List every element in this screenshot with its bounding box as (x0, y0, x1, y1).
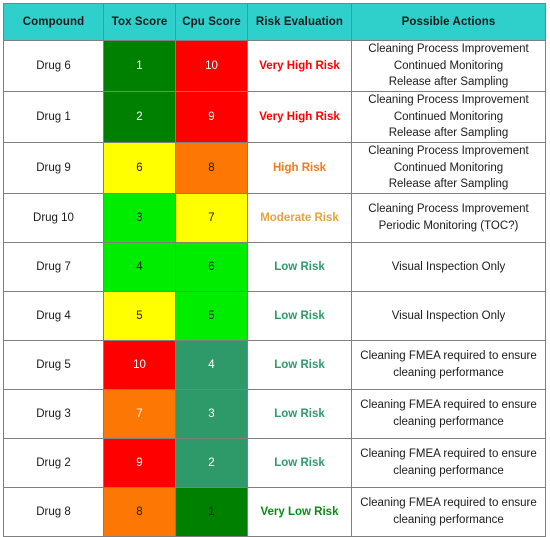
cpu-score-cell: 9 (175, 91, 248, 144)
risk-evaluation-cell: Moderate Risk (247, 193, 352, 244)
action-line: cleaning performance (393, 367, 504, 380)
cpu-score-cell: 1 (175, 487, 248, 537)
table-row[interactable]: Drug 6 1 10 Very High Risk Cleaning Process … (3, 39, 546, 93)
table-row[interactable]: Drug 2 9 2 Low Risk Cleaning FMEA required t… (3, 438, 546, 489)
risk-evaluation-cell: Low Risk (247, 340, 352, 391)
tox-score-cell: 3 (103, 193, 176, 244)
compound-name-cell: Drug 6 (3, 39, 104, 93)
action-line: Cleaning FMEA required to ensure (360, 350, 537, 363)
compound-name-cell: Drug 2 (3, 438, 104, 489)
tox-score-cell: 4 (103, 242, 176, 293)
risk-evaluation-cell: High Risk (247, 142, 352, 195)
risk-evaluation-cell: Low Risk (247, 438, 352, 489)
cpu-score-cell: 3 (175, 389, 248, 440)
action-line: Visual Inspection Only (391, 309, 506, 322)
compound-name-cell: Drug 8 (3, 487, 104, 537)
possible-actions-cell: Cleaning FMEA required to ensure cleaning… (351, 340, 546, 391)
possible-actions-cell: Cleaning FMEA required to ensure cleaning… (351, 389, 546, 440)
column-header-compound[interactable]: Compound (3, 3, 104, 41)
possible-actions-cell: Cleaning Process Improvement Continued Mo… (351, 142, 546, 195)
tox-score-cell: 2 (103, 91, 176, 144)
compound-name-cell: Drug 5 (3, 340, 104, 391)
compound-name-cell: Drug 1 (3, 91, 104, 144)
action-line: cleaning performance (393, 416, 504, 429)
action-line: Release after Sampling (388, 127, 509, 140)
table-header: Compound Tox Score Cpu Score Risk Evalua… (3, 3, 546, 41)
table-row[interactable]: Drug 9 6 8 High Risk Cleaning Process Improv… (3, 142, 546, 195)
table-row[interactable]: Drug 5 10 4 Low Risk Cleaning FMEA required … (3, 340, 546, 391)
action-line: Cleaning Process Improvement (368, 203, 529, 216)
tox-score-cell: 6 (103, 142, 176, 195)
cpu-score-cell: 5 (175, 291, 248, 342)
cpu-score-cell: 7 (175, 193, 248, 244)
column-header-possible-actions[interactable]: Possible Actions (351, 3, 546, 41)
compound-name-cell: Drug 4 (3, 291, 104, 342)
action-line: cleaning performance (393, 514, 504, 527)
action-line: Continued Monitoring (393, 110, 504, 123)
risk-evaluation-cell: Low Risk (247, 389, 352, 440)
risk-evaluation-cell: Low Risk (247, 291, 352, 342)
risk-evaluation-cell: Very High Risk (247, 39, 352, 93)
risk-evaluation-table: Compound Tox Score Cpu Score Risk Evalua… (3, 3, 546, 537)
action-line: Cleaning Process Improvement (368, 145, 529, 158)
tox-score-cell: 7 (103, 389, 176, 440)
tox-score-cell: 9 (103, 438, 176, 489)
column-header-tox-score[interactable]: Tox Score (103, 3, 176, 41)
possible-actions-cell: Visual Inspection Only (351, 291, 546, 342)
possible-actions-cell: Cleaning FMEA required to ensure cleaning… (351, 487, 546, 537)
action-line: Cleaning Process Improvement (368, 94, 529, 107)
action-line: Release after Sampling (388, 76, 509, 89)
possible-actions-cell: Cleaning Process Improvement Continued Mo… (351, 91, 546, 144)
risk-evaluation-cell: Low Risk (247, 242, 352, 293)
table-row[interactable]: Drug 7 4 6 Low Risk Visual Inspection Only (3, 242, 546, 293)
tox-score-cell: 8 (103, 487, 176, 537)
table-row[interactable]: Drug 4 5 5 Low Risk Visual Inspection Only (3, 291, 546, 342)
compound-name-cell: Drug 7 (3, 242, 104, 293)
action-line: Visual Inspection Only (391, 260, 506, 273)
table-body: Drug 6 1 10 Very High Risk Cleaning Process … (3, 39, 546, 537)
risk-evaluation-cell: Very High Risk (247, 91, 352, 144)
cpu-score-cell: 6 (175, 242, 248, 293)
compound-name-cell: Drug 9 (3, 142, 104, 195)
possible-actions-cell: Cleaning Process Improvement Periodic Mon… (351, 193, 546, 244)
action-line: Cleaning FMEA required to ensure (360, 399, 537, 412)
possible-actions-cell: Cleaning Process Improvement Continued Mo… (351, 39, 546, 93)
action-line: Periodic Monitoring (TOC?) (378, 220, 519, 233)
possible-actions-cell: Cleaning FMEA required to ensure cleaning… (351, 438, 546, 489)
cpu-score-cell: 8 (175, 142, 248, 195)
action-line: Continued Monitoring (393, 161, 504, 174)
compound-name-cell: Drug 10 (3, 193, 104, 244)
cpu-score-cell: 4 (175, 340, 248, 391)
column-header-risk-evaluation[interactable]: Risk Evaluation (247, 3, 352, 41)
action-line: Cleaning Process Improvement (368, 43, 529, 55)
tox-score-cell: 1 (103, 39, 176, 93)
action-line: cleaning performance (393, 465, 504, 478)
action-line: Cleaning FMEA required to ensure (360, 497, 537, 510)
tox-score-cell: 5 (103, 291, 176, 342)
possible-actions-cell: Visual Inspection Only (351, 242, 546, 293)
table-row[interactable]: Drug 10 3 7 Moderate Risk Cleaning Process I… (3, 193, 546, 244)
compound-name-cell: Drug 3 (3, 389, 104, 440)
column-header-cpu-score[interactable]: Cpu Score (175, 3, 248, 41)
table-row[interactable]: Drug 1 2 9 Very High Risk Cleaning Process I… (3, 91, 546, 144)
tox-score-cell: 10 (103, 340, 176, 391)
cpu-score-cell: 2 (175, 438, 248, 489)
action-line: Release after Sampling (388, 178, 509, 191)
action-line: Continued Monitoring (393, 59, 504, 72)
table-row[interactable]: Drug 8 8 1 Very Low Risk Cleaning FMEA requi… (3, 487, 546, 537)
table-row[interactable]: Drug 3 7 3 Low Risk Cleaning FMEA required t… (3, 389, 546, 440)
cpu-score-cell: 10 (175, 39, 248, 93)
action-line: Cleaning FMEA required to ensure (360, 448, 537, 461)
risk-evaluation-cell: Very Low Risk (247, 487, 352, 537)
risk-table-container: Compound Tox Score Cpu Score Risk Evalua… (0, 0, 550, 537)
header-row: Compound Tox Score Cpu Score Risk Evalua… (3, 3, 546, 41)
